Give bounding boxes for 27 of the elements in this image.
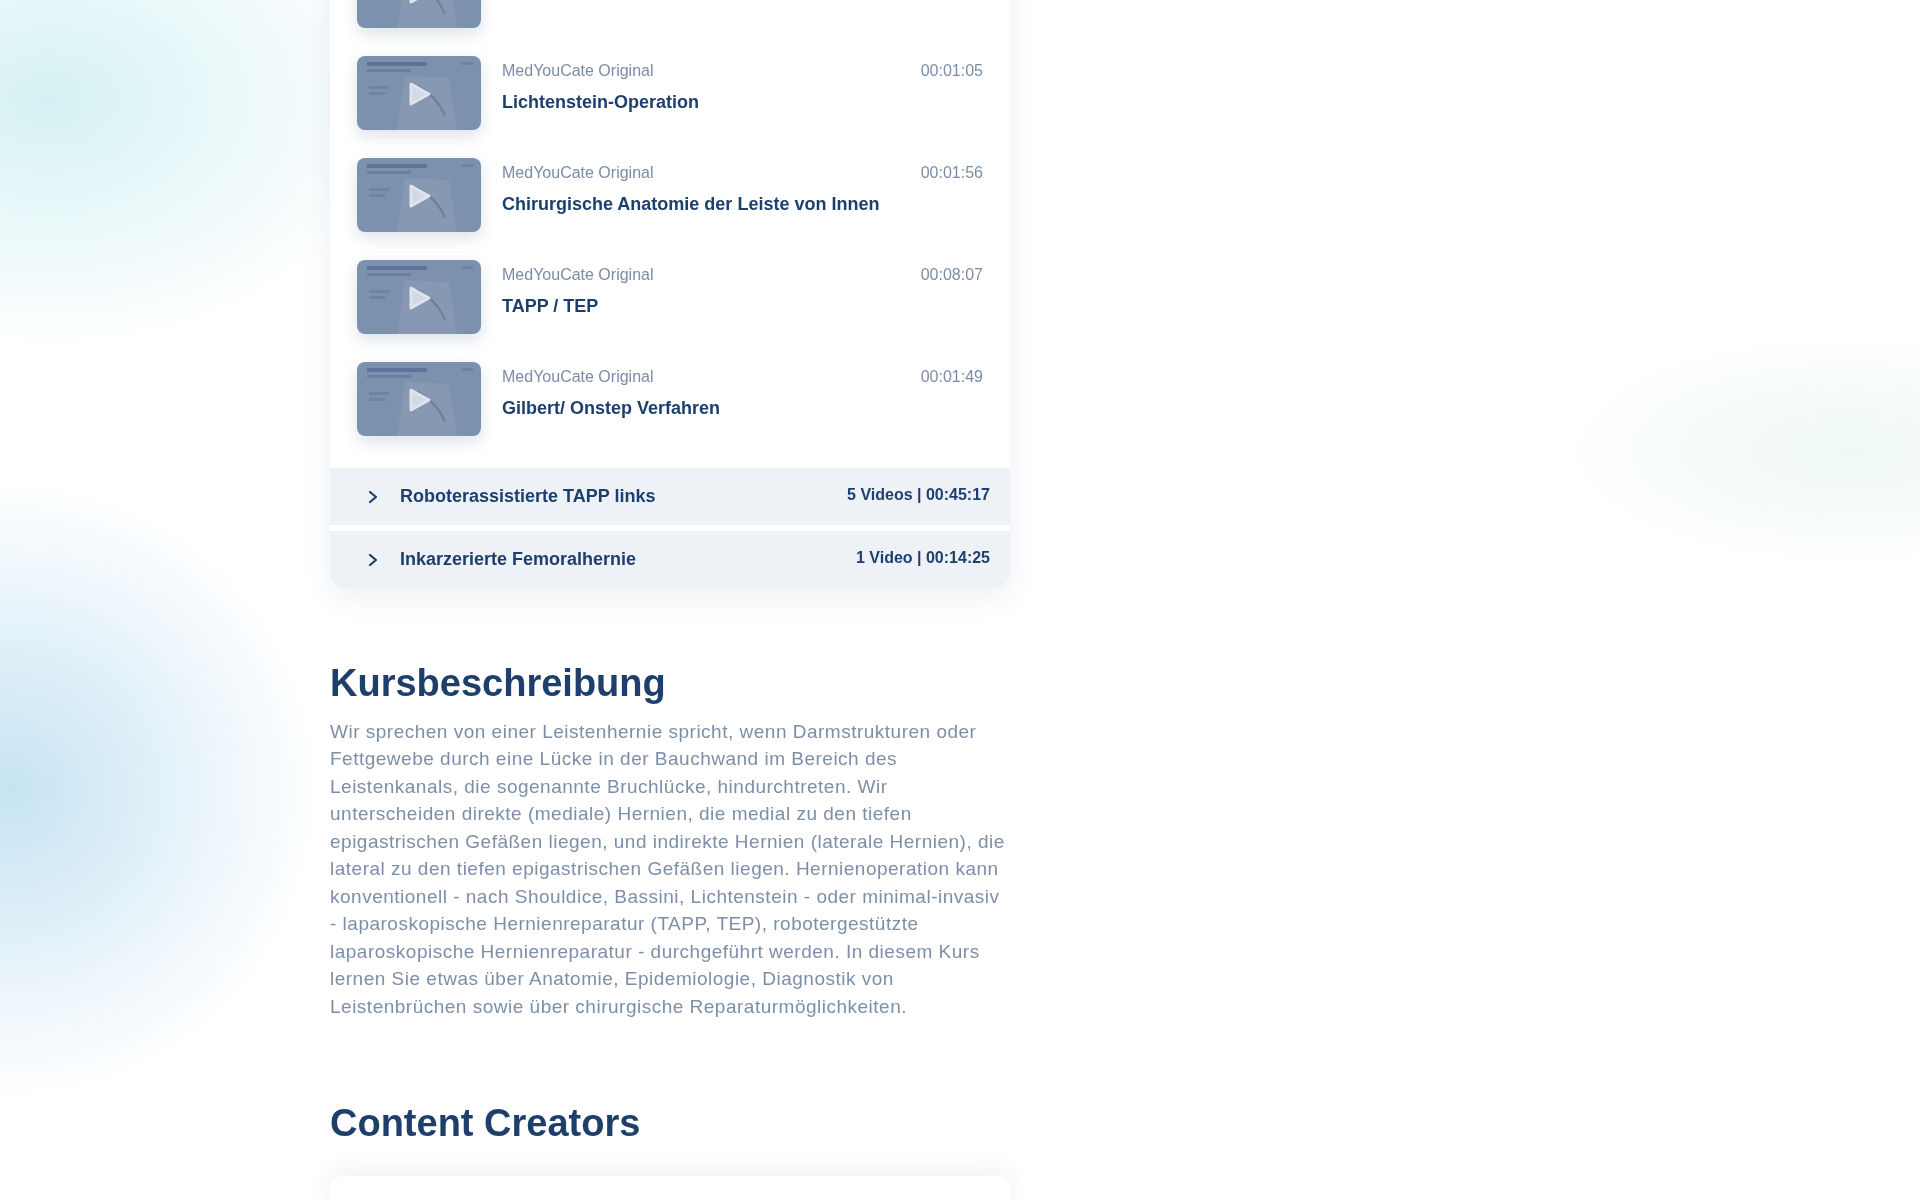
section-heading: Kursbeschreibung — [330, 661, 667, 706]
chapter-title: Inkarzerierte Femoralhernie — [400, 548, 638, 571]
play-icon[interactable] — [409, 286, 431, 310]
play-icon[interactable] — [409, 82, 431, 106]
video-title[interactable]: Chirurgische Anatomie der Leiste von Innen — [502, 191, 983, 218]
video-source: MedYouCate Original — [502, 163, 654, 183]
chapter-row[interactable]: Inkarzerierte Femoralhernie 1 Video | 00:14:25 — [330, 531, 1010, 588]
chapter-summary: 5 Videos | 00:45:17 — [847, 484, 990, 505]
video-source: MedYouCate Original — [502, 265, 654, 285]
chapter-title: Roboterassistierte TAPP links — [400, 485, 657, 508]
chevron-icon — [368, 489, 378, 504]
video-title[interactable]: Gilbert/ Onstep Verfahren — [502, 395, 983, 422]
chapter-row[interactable]: Roboterassistierte TAPP links 5 Videos | 00:45:17 — [330, 468, 1010, 525]
section-heading: Content Creators — [330, 1101, 642, 1146]
video-source: MedYouCate Original — [502, 61, 654, 81]
video-title[interactable]: Lichtenstein-Operation — [502, 89, 983, 116]
chevron-icon — [368, 552, 378, 567]
video-title[interactable]: TAPP / TEP — [502, 293, 983, 320]
course-description: Wir sprechen von einer Leistenhernie spricht, wenn Darmstrukturen oder Fettgewebe durch eine Lücke in der Bauchwand im Bereich des Leistenkanals, die sogenannte Bruchlücke, hindurchtreten. Wir unterscheiden direkte (mediale) Hernien, die medial zu den tiefen epigastrischen Gefäßen liegen, und indirekte Hernien (laterale Hernien), die lateral zu den tiefen epigastrischen Gefäßen liegen. Hernienoperation kann konventionell - nach Shouldice, Bassini, Lichtenstein - oder minimal-invasiv - laparoskopische Hernienreparatur (TAPP, TEP), robotergestützte laparoskopische Hernienreparatur - durchgeführt werden. In diesem Kurs lernen Sie etwas über Anatomie, Epidemiologie, Diagnostik von Leistenbrüchen sowie über chirurgische Reparaturmöglichkeiten. — [330, 719, 1006, 1019]
play-icon[interactable] — [409, 388, 431, 412]
video-duration: 00:01:05 — [920, 61, 983, 81]
play-icon[interactable] — [409, 184, 431, 208]
video-source: MedYouCate Original — [502, 367, 654, 387]
video-duration: 00:08:07 — [920, 265, 983, 285]
video-duration: 00:01:56 — [920, 163, 983, 183]
video-duration: 00:01:49 — [920, 367, 983, 387]
chapter-summary: 1 Video | 00:14:25 — [855, 547, 990, 568]
